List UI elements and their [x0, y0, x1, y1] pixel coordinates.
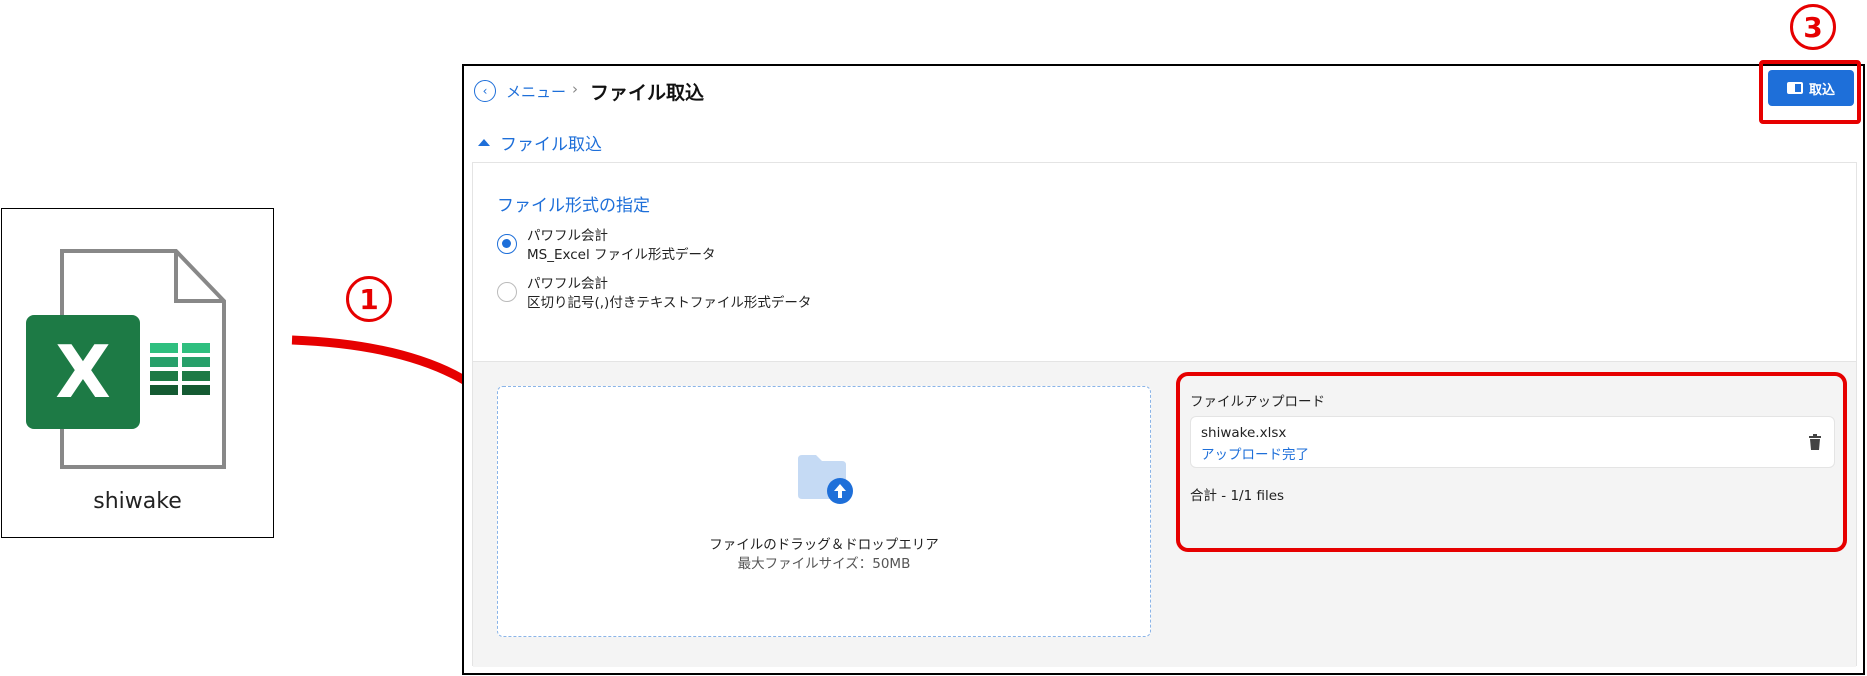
format-option-excel[interactable]: パワフル会計 MS_Excel ファイル形式データ	[497, 227, 716, 265]
section-toggle[interactable]: ファイル取込	[478, 130, 602, 155]
caret-up-icon	[478, 139, 490, 146]
top-bar: ‹ メニュー › ファイル取込 取込	[464, 60, 1863, 124]
format-option-text[interactable]: パワフル会計 区切り記号(,)付きテキストファイル形式データ	[497, 275, 811, 313]
folder-upload-icon	[798, 455, 853, 504]
dropzone-label: ファイルのドラッグ＆ドロップエリア	[709, 537, 939, 553]
excel-file-card[interactable]: X shiwake	[1, 208, 274, 538]
trash-icon[interactable]	[1808, 434, 1822, 450]
uploaded-file-item: shiwake.xlsx アップロード完了	[1190, 416, 1835, 468]
import-button-label: 取込	[1808, 82, 1835, 98]
step-3-marker: 3	[1790, 4, 1836, 50]
radio-text[interactable]	[497, 282, 517, 302]
import-panel: ファイル形式の指定 パワフル会計 MS_Excel ファイル形式データ パワフル…	[472, 162, 1857, 667]
step-1-marker: 1	[346, 276, 392, 322]
page-title: ファイル取込	[590, 82, 705, 104]
uploaded-file-name: shiwake.xlsx	[1201, 425, 1287, 441]
upload-status-box: ファイルアップロード shiwake.xlsx アップロード完了 合計 - 1/…	[1176, 372, 1847, 552]
back-icon[interactable]: ‹	[474, 80, 496, 102]
upload-total: 合計 - 1/1 files	[1190, 488, 1285, 504]
app-window: ‹ メニュー › ファイル取込 取込 ファイル取込 ファイル形式の指定 パワフル…	[462, 60, 1865, 675]
option-text-line1: パワフル会計	[527, 276, 608, 292]
option-excel-line2: MS_Excel ファイル形式データ	[527, 247, 716, 263]
book-icon	[1786, 82, 1803, 94]
file-dropzone[interactable]: ファイルのドラッグ＆ドロップエリア 最大ファイルサイズ：50MB	[497, 386, 1151, 637]
option-excel-line1: パワフル会計	[527, 228, 608, 244]
upload-title: ファイルアップロード	[1190, 394, 1325, 410]
import-button-highlight: 取込	[1759, 60, 1861, 124]
option-text-line2: 区切り記号(,)付きテキストファイル形式データ	[527, 295, 812, 311]
excel-badge-letter: X	[55, 330, 111, 414]
upload-area: ファイルのドラッグ＆ドロップエリア 最大ファイルサイズ：50MB ファイルアップ…	[473, 361, 1856, 667]
breadcrumb-menu-link[interactable]: メニュー	[506, 81, 566, 102]
radio-excel[interactable]	[497, 234, 517, 254]
section-title: ファイル取込	[500, 135, 602, 155]
file-name-label: shiwake	[93, 489, 182, 514]
upload-status-text: アップロード完了	[1201, 447, 1309, 463]
import-button[interactable]: 取込	[1768, 70, 1854, 106]
format-title: ファイル形式の指定	[497, 196, 650, 216]
breadcrumb-separator: ›	[572, 80, 578, 98]
dropzone-max-size: 最大ファイルサイズ：50MB	[737, 556, 911, 572]
